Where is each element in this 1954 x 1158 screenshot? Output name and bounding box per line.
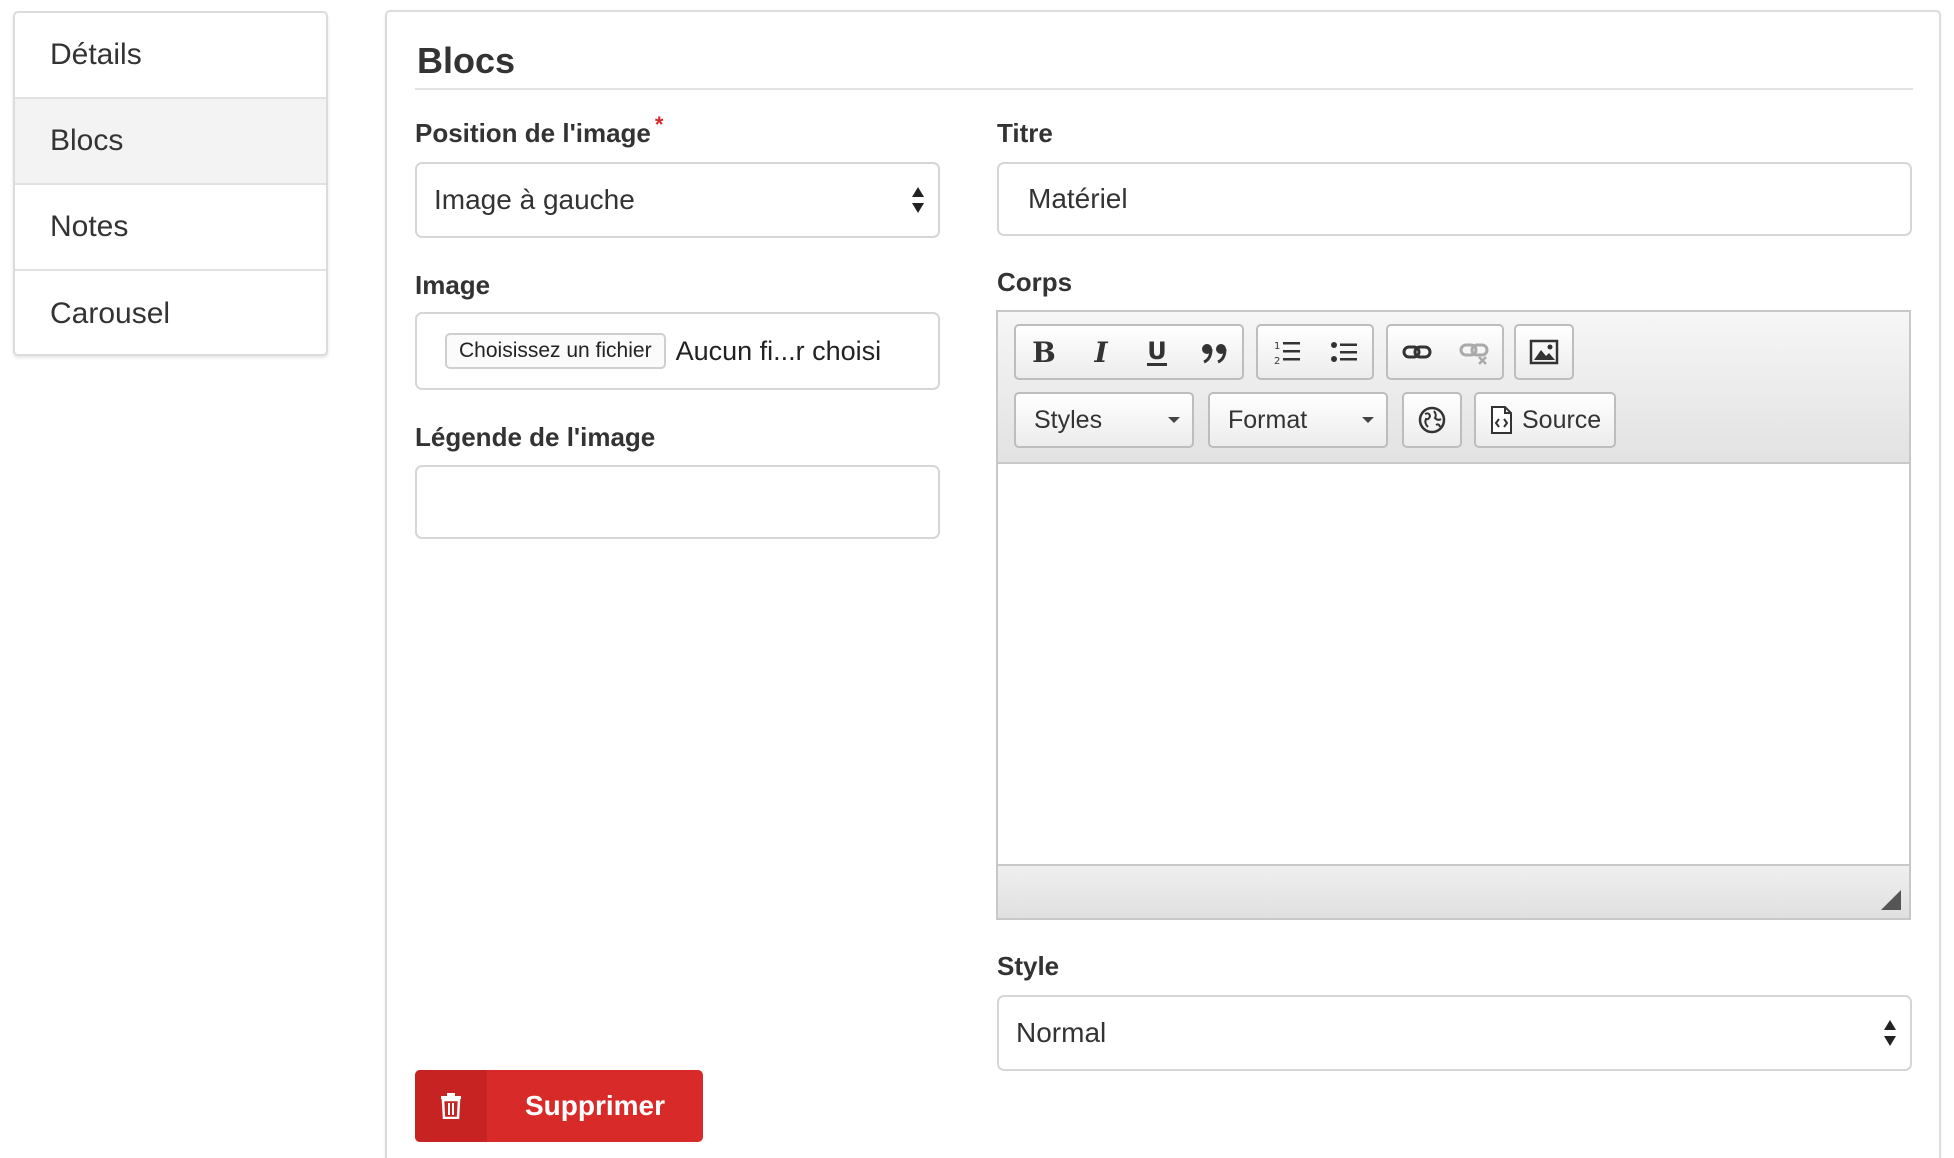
page-root: Détails Blocs Notes Carousel Blocs Posit… xyxy=(0,0,1954,1158)
bullet-list-button[interactable] xyxy=(1315,326,1372,378)
image-position-label: Position de l'image * xyxy=(415,112,663,149)
trash-icon xyxy=(441,1093,461,1119)
svg-text:B: B xyxy=(1032,337,1056,367)
sidebar: Détails Blocs Notes Carousel xyxy=(13,11,328,356)
blockquote-icon xyxy=(1201,344,1227,364)
italic-button[interactable]: I xyxy=(1073,326,1130,378)
unlink-icon xyxy=(1459,343,1488,365)
bold-button[interactable]: B xyxy=(1016,326,1073,378)
image-position-label-text: Position de l'image xyxy=(415,118,651,148)
insert-group xyxy=(1514,324,1574,380)
sidebar-item-details[interactable]: Détails xyxy=(15,13,326,99)
page-title: Blocs xyxy=(417,40,516,81)
title-value: Matériel xyxy=(1028,183,1128,214)
image-position-select[interactable]: Image à gauche xyxy=(415,162,940,238)
delete-button[interactable]: Supprimer xyxy=(415,1070,703,1142)
image-position-value: Image à gauche xyxy=(434,184,635,215)
style-label: Style xyxy=(997,951,1060,981)
sidebar-item-label: Carousel xyxy=(50,297,171,330)
link-button[interactable] xyxy=(1388,326,1445,378)
sidebar-item-label: Blocs xyxy=(50,124,124,157)
image-label: Image xyxy=(415,270,491,300)
delete-icon-box xyxy=(415,1070,487,1142)
unlink-button[interactable] xyxy=(1445,326,1502,378)
styles-dropdown[interactable]: Styles xyxy=(1014,392,1194,448)
underline-icon: U xyxy=(1147,337,1168,366)
lists-group: 1 2 xyxy=(1256,324,1374,380)
language-button[interactable] xyxy=(1404,394,1460,446)
delete-button-label: Supprimer xyxy=(524,1090,666,1121)
style-select[interactable]: Normal xyxy=(997,995,1912,1071)
bullet-list-icon xyxy=(1330,342,1357,362)
select-arrows-icon xyxy=(912,187,924,213)
link-icon xyxy=(1402,345,1431,359)
language-group xyxy=(1402,392,1462,448)
style-value: Normal xyxy=(1016,1017,1107,1048)
chevron-down-icon xyxy=(1168,417,1180,423)
source-button-label: Source xyxy=(1522,405,1602,434)
links-group xyxy=(1386,324,1504,380)
editor-toolbar: B I U 1 2 Styles Format Source xyxy=(998,312,1909,464)
blockquote-button[interactable] xyxy=(1186,326,1243,378)
svg-text:1: 1 xyxy=(1274,341,1280,352)
resize-handle-icon[interactable] xyxy=(1881,890,1901,910)
source-button[interactable]: Source xyxy=(1474,392,1616,448)
sidebar-item-label: Notes xyxy=(50,210,129,243)
svg-text:I: I xyxy=(1093,337,1108,367)
caption-label: Légende de l'image xyxy=(415,422,656,452)
image-icon xyxy=(1529,339,1559,365)
rich-text-editor: B I U 1 2 Styles Format Source xyxy=(996,310,1911,920)
bold-icon: B xyxy=(1032,337,1056,367)
title-input[interactable]: Matériel xyxy=(997,162,1912,236)
source-icon xyxy=(1491,406,1512,434)
choose-file-button[interactable]: Choisissez un fichier xyxy=(445,333,666,369)
sidebar-item-blocs[interactable]: Blocs xyxy=(15,99,326,185)
format-dropdown-label: Format xyxy=(1228,405,1308,434)
svg-text:U: U xyxy=(1148,337,1168,365)
styles-dropdown-label: Styles xyxy=(1034,405,1103,434)
required-marker: * xyxy=(654,112,664,137)
sidebar-item-notes[interactable]: Notes xyxy=(15,185,326,271)
editor-footer xyxy=(998,864,1909,918)
caption-input[interactable] xyxy=(415,465,940,539)
globe-icon xyxy=(1418,406,1446,434)
image-file-input[interactable]: Choisissez un fichier Aucun fi...r chois… xyxy=(415,312,940,390)
italic-icon: I xyxy=(1093,337,1108,367)
numbered-list-icon: 1 2 xyxy=(1274,341,1300,367)
title-label: Titre xyxy=(997,118,1053,148)
sidebar-item-carousel[interactable]: Carousel xyxy=(15,271,326,354)
underline-button[interactable]: U xyxy=(1129,326,1186,378)
numbered-list-button[interactable]: 1 2 xyxy=(1258,326,1315,378)
basic-styles-group: B I U xyxy=(1014,324,1244,380)
format-dropdown[interactable]: Format xyxy=(1208,392,1388,448)
select-arrows-icon xyxy=(1884,1020,1896,1046)
file-status: Aucun fi...r choisi xyxy=(675,335,882,366)
title-divider xyxy=(415,88,1913,90)
editor-content-area[interactable] xyxy=(998,464,1909,864)
chevron-down-icon xyxy=(1362,417,1374,423)
sidebar-item-label: Détails xyxy=(50,38,142,71)
insert-image-button[interactable] xyxy=(1516,326,1572,378)
svg-text:2: 2 xyxy=(1274,356,1280,367)
body-label: Corps xyxy=(997,267,1073,297)
